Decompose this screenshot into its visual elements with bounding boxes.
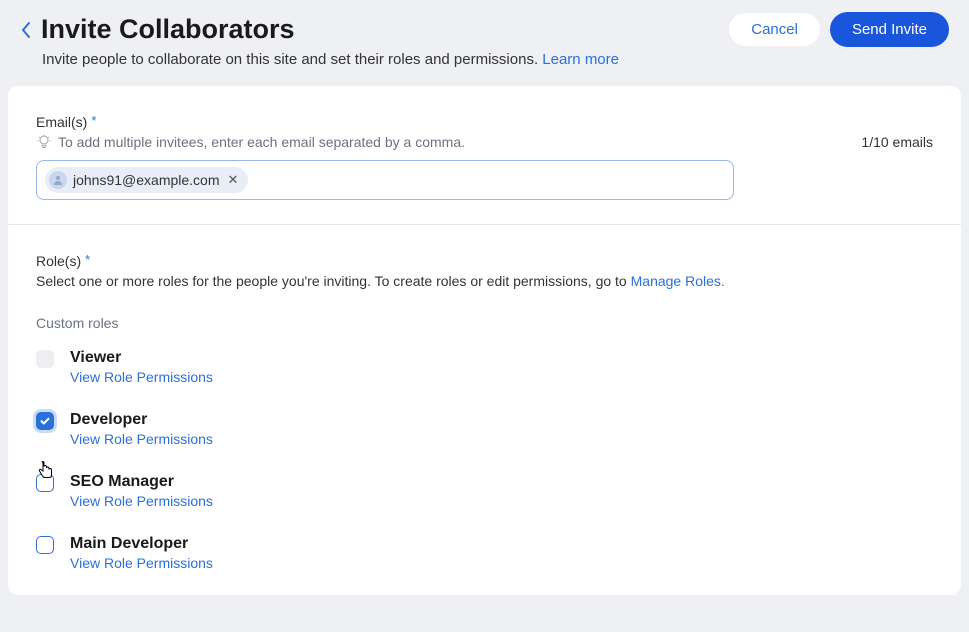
checkbox-main-developer[interactable] (36, 536, 54, 554)
view-permissions-link[interactable]: View Role Permissions (70, 369, 213, 385)
role-name: Viewer (70, 349, 213, 367)
required-asterisk: * (91, 113, 96, 128)
email-chip: johns91@example.com ✕ (45, 167, 248, 193)
back-icon[interactable] (20, 21, 31, 39)
role-item-main-developer: Main Developer View Role Permissions (36, 535, 933, 571)
role-item-seo-manager: SEO Manager View Role Permissions (36, 473, 933, 509)
page-title: Invite Collaborators (41, 14, 295, 45)
checkbox-seo-manager[interactable] (36, 474, 54, 492)
view-permissions-link[interactable]: View Role Permissions (70, 555, 213, 571)
role-name: Main Developer (70, 535, 213, 553)
send-invite-button[interactable]: Send Invite (830, 12, 949, 47)
email-count: 1/10 emails (861, 134, 933, 150)
remove-chip-icon[interactable]: ✕ (228, 172, 239, 188)
emails-input[interactable]: johns91@example.com ✕ (36, 160, 734, 200)
view-permissions-link[interactable]: View Role Permissions (70, 431, 213, 447)
manage-roles-link[interactable]: Manage Roles. (631, 273, 725, 289)
view-permissions-link[interactable]: View Role Permissions (70, 493, 213, 509)
emails-section: Email(s) * To add multiple invitees, ent… (8, 86, 961, 224)
roles-label: Role(s) (36, 253, 81, 269)
roles-section: Role(s) * Select one or more roles for t… (8, 224, 961, 595)
role-name: Developer (70, 411, 213, 429)
learn-more-link[interactable]: Learn more (542, 51, 619, 68)
page-subtitle: Invite people to collaborate on this sit… (42, 51, 949, 68)
emails-hint: To add multiple invitees, enter each ema… (58, 134, 465, 150)
lightbulb-icon (36, 134, 52, 150)
checkbox-developer[interactable] (36, 412, 54, 430)
cancel-button[interactable]: Cancel (729, 13, 820, 46)
roles-help-text: Select one or more roles for the people … (36, 273, 933, 289)
emails-label: Email(s) (36, 114, 87, 130)
required-asterisk: * (85, 252, 90, 267)
avatar-icon (49, 171, 67, 189)
custom-roles-label: Custom roles (36, 315, 933, 331)
role-item-viewer: Viewer View Role Permissions (36, 349, 933, 385)
checkbox-viewer[interactable] (36, 350, 54, 368)
email-chip-value: johns91@example.com (73, 172, 220, 188)
role-item-developer: Developer View Role Permissions (36, 411, 933, 447)
role-name: SEO Manager (70, 473, 213, 491)
